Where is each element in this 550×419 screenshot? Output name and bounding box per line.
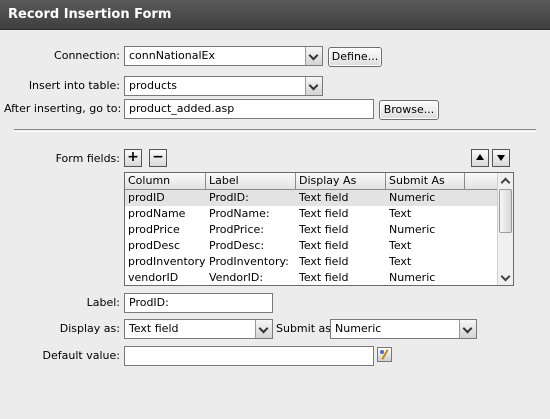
table-row[interactable]: prodName ProdName: Text field Text [125, 206, 497, 222]
connection-label: Connection: [54, 49, 120, 62]
cell: Text field [299, 239, 349, 252]
display-as-select[interactable]: Text field [124, 319, 273, 339]
form-fields-label: Form fields: [55, 152, 120, 165]
cell: Text [389, 239, 412, 252]
submit-as-select[interactable]: Numeric [330, 319, 477, 339]
chevron-down-icon[interactable] [255, 320, 272, 338]
remove-field-button[interactable]: − [149, 149, 167, 167]
cell: Text field [299, 207, 349, 220]
move-down-button[interactable] [492, 149, 510, 167]
submit-as-label: Submit as: [276, 322, 335, 335]
chevron-down-icon[interactable] [305, 77, 322, 95]
cell: ProdPrice: [209, 223, 264, 236]
insert-table-label: Insert into table: [28, 79, 120, 92]
chevron-down-icon[interactable] [305, 47, 322, 65]
column-header[interactable]: Display As [296, 173, 386, 190]
cell: ProdInventory: [209, 255, 289, 268]
table-row[interactable]: prodID ProdID: Text field Numeric [125, 190, 497, 206]
cell: Numeric [389, 223, 436, 236]
cell: prodDesc [128, 239, 180, 252]
display-as-label: Display as: [59, 322, 120, 335]
field-label-input[interactable]: ProdID: [124, 293, 273, 313]
insert-table-value: products [129, 79, 178, 92]
cell: Numeric [389, 271, 436, 284]
scroll-up-icon[interactable] [498, 173, 513, 188]
cell: prodName [128, 207, 186, 220]
cell: Text field [299, 271, 349, 284]
table-row[interactable]: prodDesc ProdDesc: Text field Text [125, 238, 497, 254]
table-row[interactable]: prodInventory ProdInventory: Text field … [125, 254, 497, 270]
column-header[interactable]: Label [206, 173, 296, 190]
insert-table-select[interactable]: products [124, 76, 323, 96]
cell: Text field [299, 255, 349, 268]
cell: ProdName: [209, 207, 270, 220]
dialog-title: Record Insertion Form [0, 0, 550, 30]
cell: prodInventory [128, 255, 206, 268]
table-row[interactable]: prodPrice ProdPrice: Text field Numeric [125, 222, 497, 238]
cell: ProdID: [209, 191, 249, 204]
browse-button[interactable]: Browse... [379, 100, 439, 120]
cell: prodPrice [128, 223, 180, 236]
list-header: Column Label Display As Submit As [125, 173, 497, 190]
cell: ProdDesc: [209, 239, 265, 252]
triangle-down-icon [497, 155, 505, 161]
column-header[interactable]: Submit As [386, 173, 465, 190]
connection-value: connNationalEx [129, 49, 216, 62]
column-header-filler [465, 173, 497, 190]
cell: Text field [299, 223, 349, 236]
column-header[interactable]: Column [125, 173, 206, 190]
lightning-bolt-icon[interactable] [377, 347, 392, 362]
cell: vendorID [128, 271, 179, 284]
scroll-down-icon[interactable] [498, 270, 513, 285]
triangle-up-icon [476, 154, 484, 160]
after-insert-input[interactable]: product_added.asp [124, 99, 374, 119]
cell: Text [389, 255, 412, 268]
form-fields-list[interactable]: Column Label Display As Submit As prodID… [124, 172, 514, 286]
default-value-label: Default value: [42, 349, 120, 362]
table-row[interactable]: vendorID VendorID: Text field Numeric [125, 270, 497, 285]
cell: Text field [299, 191, 349, 204]
cell: VendorID: [209, 271, 264, 284]
cell: Numeric [389, 191, 436, 204]
define-button[interactable]: Define... [328, 47, 382, 67]
default-value-input[interactable] [124, 346, 374, 366]
scroll-thumb[interactable] [499, 189, 512, 233]
vertical-scrollbar[interactable] [497, 173, 513, 285]
display-as-value: Text field [129, 322, 179, 335]
field-label-label: Label: [86, 296, 120, 309]
submit-as-value: Numeric [335, 322, 382, 335]
connection-select[interactable]: connNationalEx [124, 46, 323, 66]
divider [14, 129, 536, 132]
cell: prodID [128, 191, 165, 204]
chevron-down-icon[interactable] [459, 320, 476, 338]
move-up-button[interactable] [471, 149, 489, 167]
cell: Text [389, 207, 412, 220]
add-field-button[interactable]: + [124, 149, 142, 167]
after-insert-label: After inserting, go to: [4, 102, 122, 115]
